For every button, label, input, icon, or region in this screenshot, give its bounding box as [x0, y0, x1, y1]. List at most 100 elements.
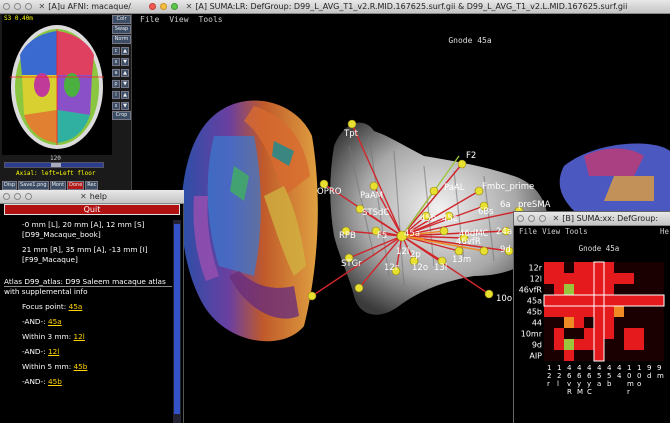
matrix-cell[interactable] [574, 350, 584, 361]
matrix-cell[interactable] [594, 262, 604, 273]
matrix-cell[interactable] [654, 306, 664, 317]
matrix-cell[interactable] [554, 328, 564, 339]
within-link[interactable]: 45b [74, 362, 88, 371]
matrix-cell[interactable] [574, 262, 584, 273]
matrix-cell[interactable] [564, 350, 574, 361]
matrix-cell[interactable] [584, 317, 594, 328]
matrix-cell[interactable] [574, 328, 584, 339]
matrix-cell[interactable] [644, 317, 654, 328]
afni-zoom-button[interactable] [25, 3, 32, 10]
afni-minimize-button[interactable] [14, 3, 21, 10]
focus-link[interactable]: 45a [69, 302, 83, 311]
s-button[interactable]: s [112, 102, 120, 110]
save-button[interactable]: Save1.png [18, 181, 49, 190]
matrix-cell[interactable] [604, 284, 614, 295]
matrix-cell[interactable] [574, 306, 584, 317]
p-button[interactable]: p [112, 80, 120, 88]
matrix-cell[interactable] [584, 273, 594, 284]
matrix-cell[interactable] [644, 295, 654, 306]
arrow-down-icon[interactable]: ▼ [121, 102, 129, 110]
matrix-cell[interactable] [604, 273, 614, 284]
matrix-cell[interactable] [634, 273, 644, 284]
matrix-cell[interactable] [634, 306, 644, 317]
matrix-close-button[interactable] [517, 215, 524, 222]
matrix-cell[interactable] [604, 262, 614, 273]
menu-tools[interactable]: Tools [199, 15, 223, 24]
matrix-cell[interactable] [574, 273, 584, 284]
matrix-cell[interactable] [624, 317, 634, 328]
colr-button[interactable]: Colr [112, 15, 131, 24]
matrix-cell[interactable] [564, 295, 574, 306]
matrix-cell[interactable] [544, 284, 554, 295]
matrix-cell[interactable] [564, 284, 574, 295]
zoom-window-button[interactable] [171, 3, 178, 10]
matrix-cell[interactable] [614, 350, 624, 361]
matrix-cell[interactable] [564, 339, 574, 350]
menu-view[interactable]: View [169, 15, 188, 24]
within-link[interactable]: 12l [74, 332, 85, 341]
matrix-cell[interactable] [564, 273, 574, 284]
matrix-cell[interactable] [634, 284, 644, 295]
and-link[interactable]: 45a [48, 317, 62, 326]
matrix-cell[interactable] [654, 262, 664, 273]
matrix-cell[interactable] [564, 328, 574, 339]
matrix-cell[interactable] [594, 328, 604, 339]
menu-tools[interactable]: Tools [565, 227, 588, 236]
matrix-cell[interactable] [604, 339, 614, 350]
and-link[interactable]: 45b [48, 377, 62, 386]
matrix-cell[interactable] [544, 295, 554, 306]
matrix-cell[interactable] [554, 350, 564, 361]
matrix-cell[interactable] [654, 339, 664, 350]
matrix-cell[interactable] [614, 284, 624, 295]
matrix-cell[interactable] [594, 295, 604, 306]
matrix-cell[interactable] [644, 284, 654, 295]
afni-close-button[interactable] [3, 3, 10, 10]
matrix-cell[interactable] [604, 317, 614, 328]
matrix-cell[interactable] [654, 328, 664, 339]
matrix-cell[interactable] [544, 328, 554, 339]
matrix-cell[interactable] [634, 339, 644, 350]
matrix-cell[interactable] [554, 262, 564, 273]
matrix-cell[interactable] [554, 317, 564, 328]
matrix-zoom-button[interactable] [539, 215, 546, 222]
x-button[interactable]: x [112, 58, 120, 66]
norm-button[interactable]: Norm [112, 35, 131, 44]
i-button[interactable]: i [112, 91, 120, 99]
matrix-cell[interactable] [654, 317, 664, 328]
afni-titlebar[interactable]: ✕ [A]u AFNI: macaque/... [0, 0, 132, 14]
menu-view[interactable]: View [542, 227, 560, 236]
matrix-cell[interactable] [544, 273, 554, 284]
a-button[interactable]: a [112, 69, 120, 77]
help-scrollbar[interactable] [173, 220, 181, 423]
matrix-cell[interactable] [584, 328, 594, 339]
matrix-cell[interactable] [644, 273, 654, 284]
matrix-cell[interactable] [624, 284, 634, 295]
matrix-cell[interactable] [604, 350, 614, 361]
matrix-cell[interactable] [644, 339, 654, 350]
c-button[interactable]: c [112, 47, 120, 55]
minimize-window-button[interactable] [160, 3, 167, 10]
arrow-up-icon[interactable]: ▲ [121, 47, 129, 55]
matrix-cell[interactable] [604, 328, 614, 339]
matrix-cell[interactable] [614, 306, 624, 317]
matrix-cell[interactable] [614, 273, 624, 284]
quit-button[interactable]: Quit [4, 204, 180, 215]
disp-button[interactable]: Disp [2, 181, 18, 190]
matrix-cell[interactable] [544, 262, 554, 273]
matrix-cell[interactable] [644, 328, 654, 339]
close-window-button[interactable] [149, 3, 156, 10]
matrix-cell[interactable] [564, 317, 574, 328]
matrix-cell[interactable] [584, 284, 594, 295]
arrow-up-icon[interactable]: ▲ [121, 69, 129, 77]
matrix-cell[interactable] [554, 306, 564, 317]
matrix-cell[interactable] [564, 262, 574, 273]
matrix-cell[interactable] [654, 295, 664, 306]
matrix-cell[interactable] [654, 284, 664, 295]
matrix-cell[interactable] [634, 317, 644, 328]
matrix-cell[interactable] [584, 339, 594, 350]
mont-button[interactable]: Mont [49, 181, 67, 190]
matrix-cell[interactable] [634, 295, 644, 306]
matrix-cell[interactable] [594, 284, 604, 295]
suma-matrix-titlebar[interactable]: ✕ [B] SUMA:xx: DefGroup: [514, 212, 670, 226]
matrix-cell[interactable] [614, 262, 624, 273]
